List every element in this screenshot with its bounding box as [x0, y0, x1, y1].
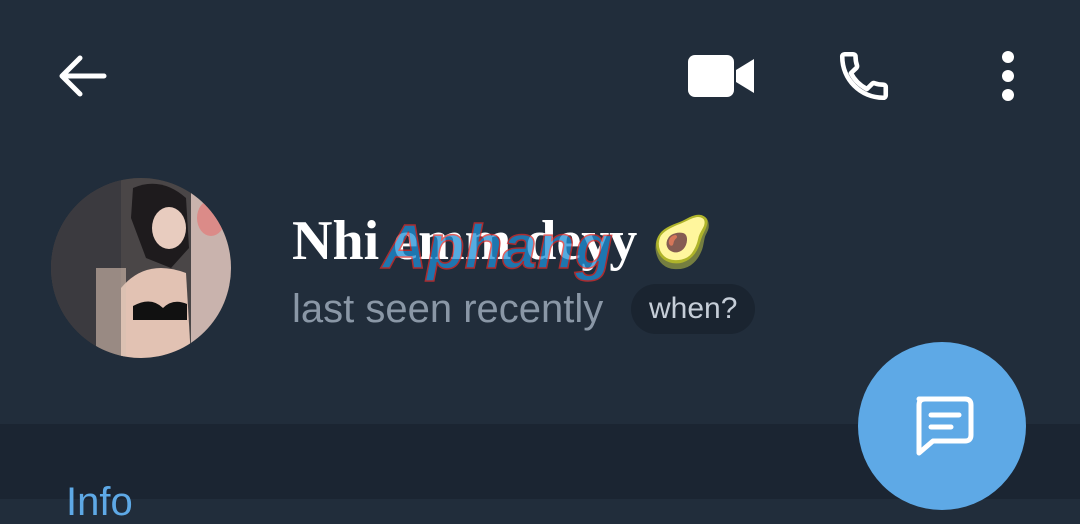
more-options-button[interactable]	[988, 46, 1028, 106]
watermark-text: Aphang	[380, 213, 613, 282]
more-vertical-icon	[1002, 51, 1014, 101]
message-icon	[916, 396, 974, 456]
voice-call-button[interactable]	[832, 44, 896, 108]
watermark: Aphang	[378, 212, 708, 283]
watermark-logo: Aphang	[379, 212, 613, 283]
top-bar	[0, 0, 1080, 150]
info-section-title: Info	[66, 480, 133, 524]
when-button[interactable]: when?	[631, 284, 756, 334]
video-camera-icon	[688, 55, 754, 97]
back-button[interactable]	[52, 46, 112, 106]
arrow-left-icon	[59, 55, 107, 97]
video-call-button[interactable]	[686, 50, 756, 102]
phone-icon	[839, 51, 889, 101]
send-message-button[interactable]	[858, 342, 1026, 510]
last-seen-status: last seen recently	[292, 287, 604, 331]
profile-photo	[51, 178, 231, 358]
avatar[interactable]	[51, 178, 231, 358]
